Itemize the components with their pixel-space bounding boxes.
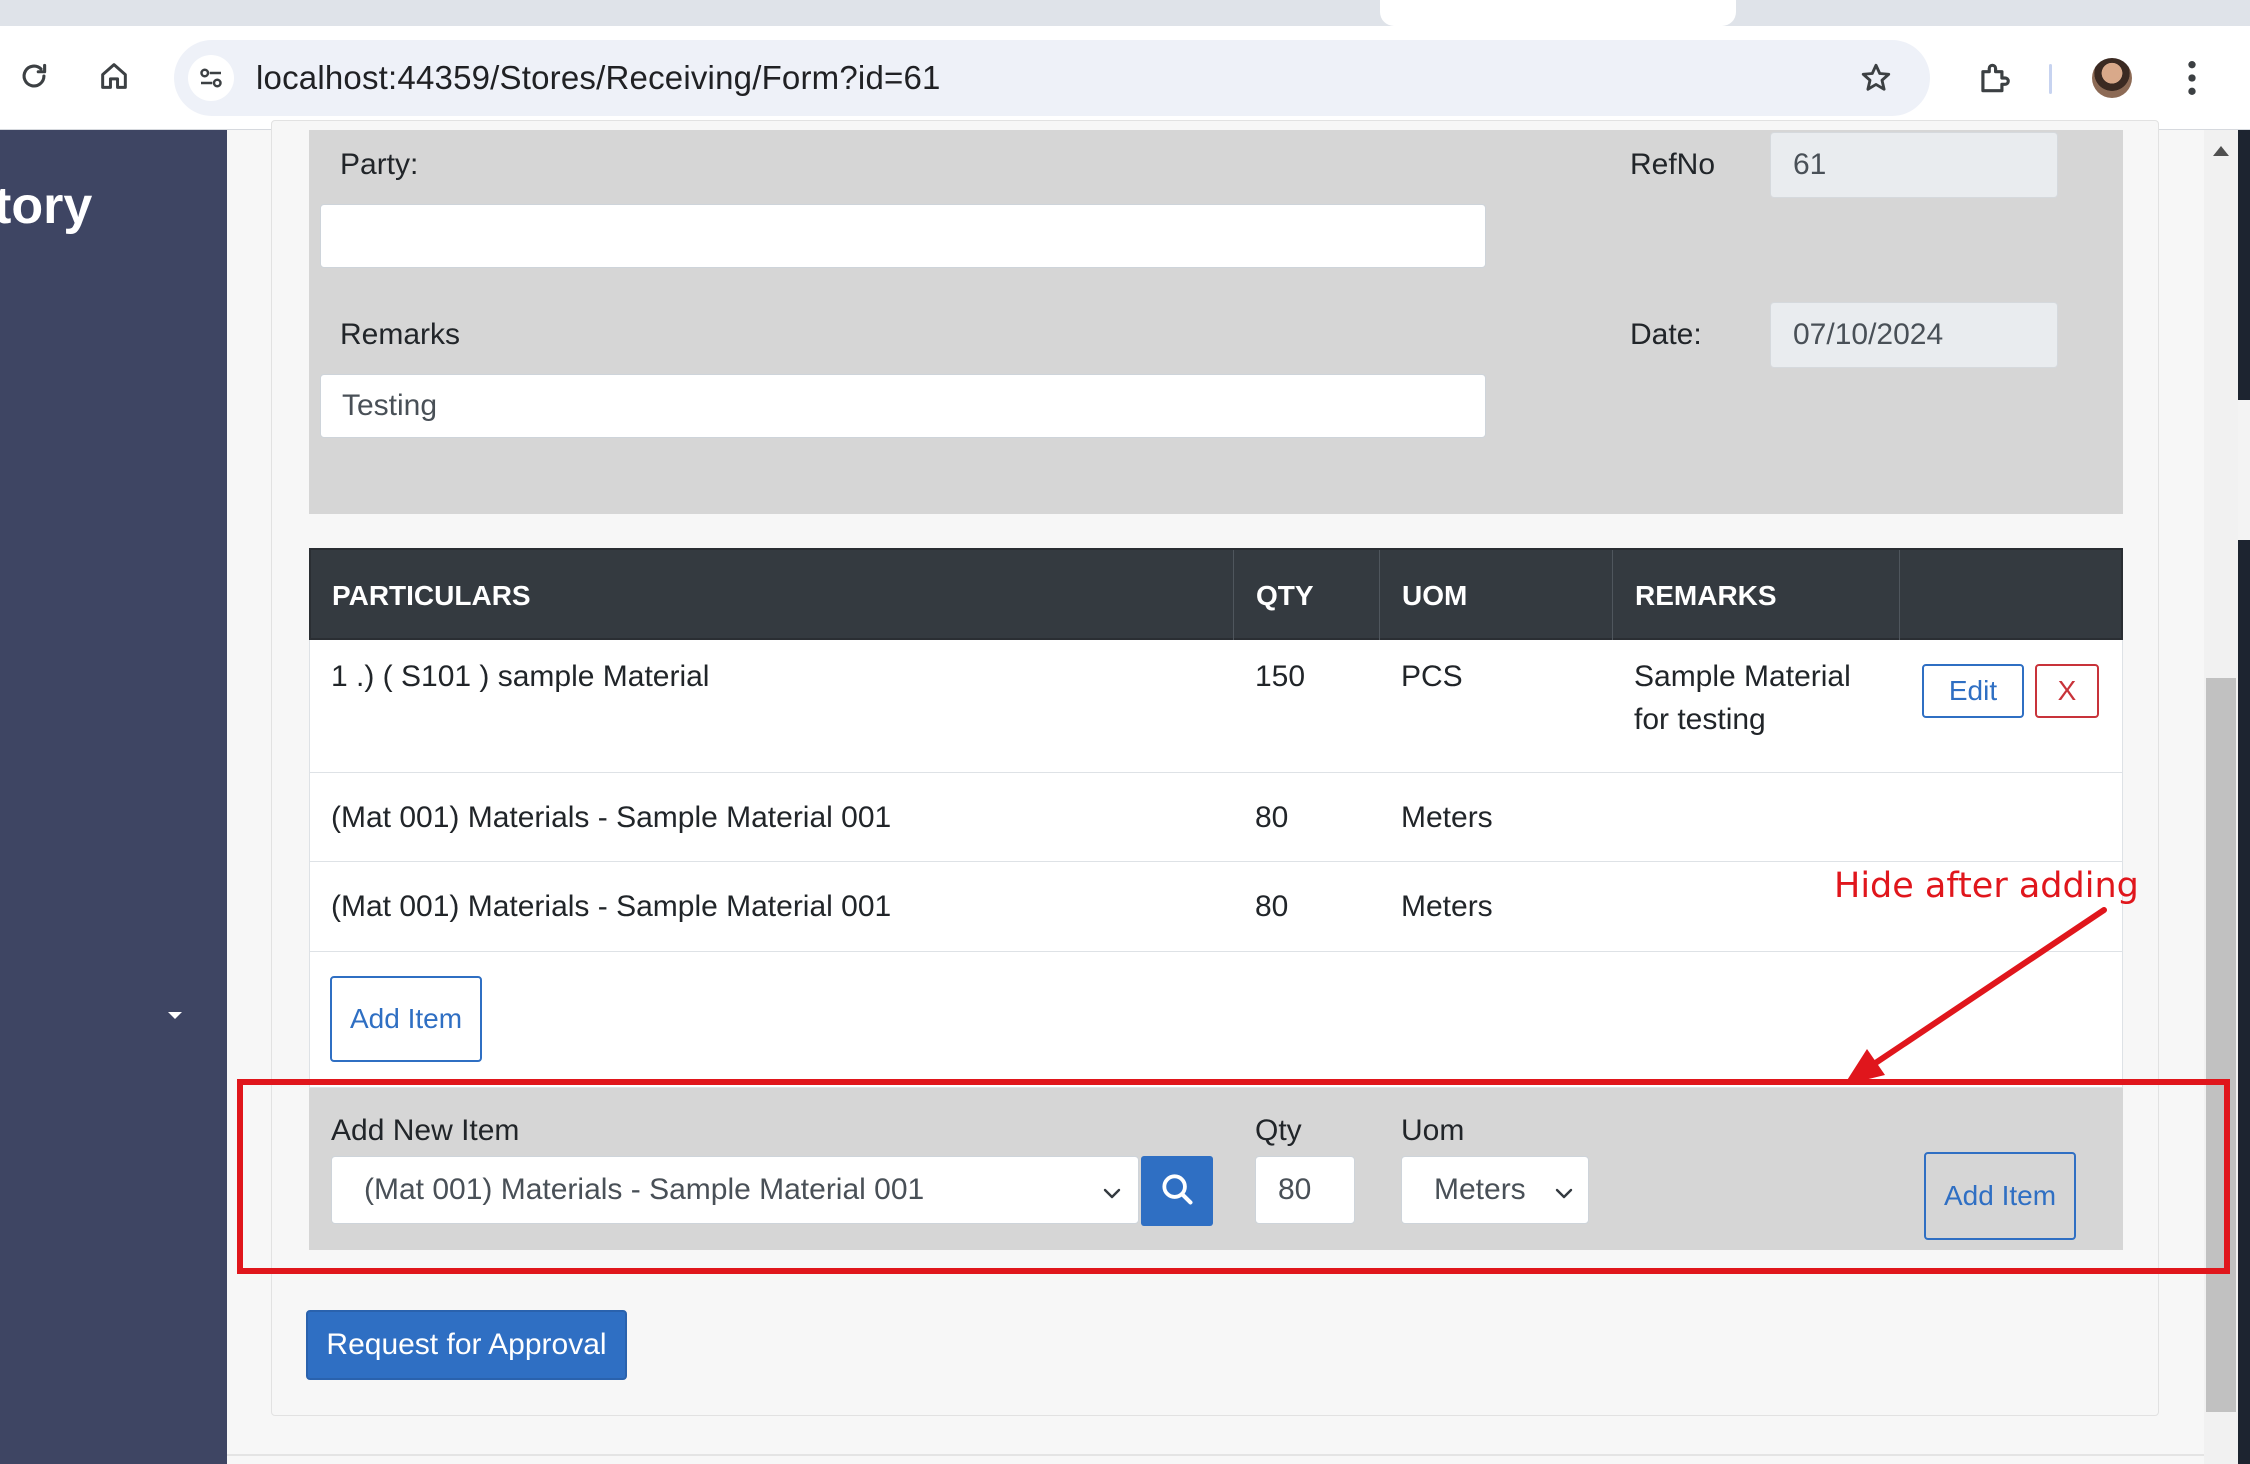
col-header-qty: QTY [1256,580,1314,611]
cell-qty: 80 [1255,801,1289,834]
cell-qty: 80 [1255,890,1289,923]
request-approval-button[interactable]: Request for Approval [306,1310,627,1380]
header-divider [1233,550,1234,642]
header-divider [1379,550,1380,642]
cell-uom: Meters [1401,801,1493,834]
browser-toolbar: localhost:44359/Stores/Receiving/Form?id… [0,26,2250,130]
cell-uom: PCS [1401,660,1463,693]
refno-field: 61 [1770,132,2058,198]
cell-particulars: (Mat 001) Materials - Sample Material 00… [331,890,892,923]
table-header: PARTICULARS QTY UOM REMARKS [309,548,2123,642]
party-input[interactable] [320,204,1486,268]
date-label: Date: [1630,318,1702,351]
header-divider [1612,550,1613,642]
cell-remarks-line1: Sample Material [1634,660,1851,693]
bookmark-star-icon[interactable] [1856,58,1896,98]
more-menu-icon[interactable] [2172,56,2212,100]
party-label: Party: [340,148,419,181]
toolbar-divider [2049,64,2052,94]
active-tab[interactable] [1380,0,1736,26]
remarks-label: Remarks [340,318,461,351]
address-bar[interactable]: localhost:44359/Stores/Receiving/Form?id… [174,40,1930,116]
table-footer-row: Add Item [309,952,2123,1088]
header-divider [1899,550,1900,642]
caret-down-icon[interactable] [168,1012,182,1019]
sidebar: tory [0,130,227,1464]
cell-remarks-line2: for testing [1634,703,1766,736]
remarks-input[interactable]: Testing [320,374,1486,438]
extensions-icon[interactable] [1972,56,2016,100]
refno-label: RefNo [1630,148,1716,181]
col-header-particulars: PARTICULARS [332,580,531,611]
tab-strip [0,0,2250,26]
date-field: 07/10/2024 [1770,302,2058,368]
add-item-toggle-button[interactable]: Add Item [330,976,482,1062]
scroll-up-arrow-icon[interactable] [2213,146,2229,156]
url-text[interactable]: localhost:44359/Stores/Receiving/Form?id… [256,40,941,116]
annotation-highlight-box [237,1079,2230,1274]
header-form-panel: Party: RefNo 61 Remarks Testing Date: 07… [309,130,2123,514]
cell-particulars: 1 .) ( S101 ) sample Material [331,660,710,693]
cell-uom: Meters [1401,890,1493,923]
reload-icon[interactable] [14,56,54,96]
footer-divider [227,1454,2204,1456]
home-icon[interactable] [94,56,134,96]
cell-particulars: (Mat 001) Materials - Sample Material 00… [331,801,892,834]
delete-button[interactable]: X [2035,664,2099,718]
col-header-uom: UOM [1402,580,1468,611]
table-row: (Mat 001) Materials - Sample Material 00… [309,773,2123,862]
table-row: 1 .) ( S101 ) sample Material 150 PCS Sa… [309,640,2123,773]
annotation-text: Hide after adding [1834,866,2139,906]
site-settings-icon[interactable] [188,55,234,101]
col-header-remarks: REMARKS [1635,580,1777,611]
background-window-strip-light [2238,400,2250,540]
cell-qty: 150 [1255,660,1306,693]
scrollbar-thumb[interactable] [2206,678,2236,1412]
sidebar-title[interactable]: tory [0,176,92,236]
profile-avatar[interactable] [2092,58,2132,98]
background-window-strip [2238,130,2250,1464]
edit-button[interactable]: Edit [1922,664,2024,718]
